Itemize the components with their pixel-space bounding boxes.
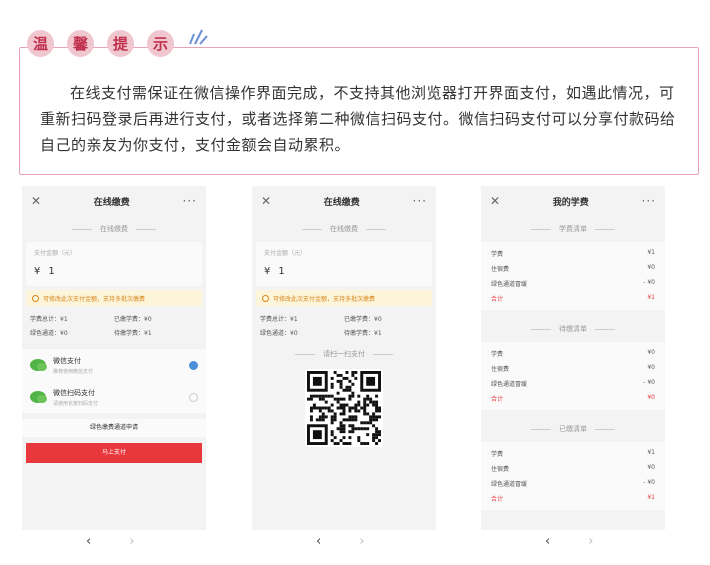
fee-row: 住宿费 ¥0 <box>491 264 655 273</box>
more-icon[interactable]: ··· <box>413 194 427 208</box>
back-icon[interactable]: ‹ <box>545 534 550 549</box>
section-title: 学费清单 <box>481 224 665 234</box>
fee-list: 学费 ¥1 住宿费 ¥0 绿色通道冒缓 - ¥0 合计 ¥1 <box>481 242 665 310</box>
fee-row: 住宿费 ¥0 <box>491 364 655 373</box>
more-icon[interactable]: ··· <box>183 194 197 208</box>
green-channel-link[interactable]: 绿色缴费通道申请 <box>22 419 206 437</box>
fee-stats: 学费总计：¥1 已缴学费：¥0 绿色通道：¥0 待缴学费：¥1 <box>260 316 382 337</box>
amount-value: 1 <box>48 266 55 277</box>
phone-scan-payment: ✕ 在线缴费 ··· 在线缴费 支付金额（元） ¥1 可修改此次支付金额，支持多… <box>252 186 436 530</box>
sparkle-icon <box>189 29 208 45</box>
section-title: 在线缴费 <box>22 224 206 234</box>
forward-icon[interactable]: › <box>588 534 593 549</box>
phone-header: ✕ 在线缴费 ··· <box>22 186 206 216</box>
qr-code-image <box>307 371 381 445</box>
wechat-icon <box>30 391 47 403</box>
tip-char: 温 <box>27 30 54 57</box>
radio-unchecked-icon[interactable] <box>189 392 198 402</box>
page-title: 我的学费 <box>552 197 589 208</box>
section-title: 在线缴费 <box>252 224 436 234</box>
section-title: 待缴清单 <box>481 324 665 334</box>
fee-row: 学费 ¥1 <box>491 449 655 458</box>
phone-header: ✕ 在线缴费 ··· <box>252 186 436 216</box>
fee-row: 合计 ¥1 <box>491 294 655 303</box>
tip-text: 在线支付需保证在微信操作界面完成，不支持其他浏览器打开界面支付，如遇此情况，可重… <box>40 84 676 154</box>
fee-row: 绿色通道冒缓 - ¥0 <box>491 479 655 488</box>
phone-my-fees: ✕ 我的学费 ··· 学费清单 学费 ¥1 住宿费 ¥0 绿色通道冒缓 - ¥0 合计 ¥1 … <box>481 186 665 530</box>
tip-char: 提 <box>107 30 134 57</box>
amount-label: 支付金额（元） <box>264 250 307 257</box>
fee-row: 合计 ¥0 <box>491 394 655 403</box>
amount-value: 1 <box>278 266 285 277</box>
fee-row: 绿色通道冒缓 - ¥0 <box>491 379 655 388</box>
fee-row: 合计 ¥1 <box>491 494 655 503</box>
section-title: 已缴清单 <box>481 424 665 434</box>
tip-char: 示 <box>147 30 174 57</box>
close-icon[interactable]: ✕ <box>31 194 41 208</box>
fee-row: 绿色通道冒缓 - ¥0 <box>491 279 655 288</box>
close-icon[interactable]: ✕ <box>261 194 271 208</box>
wechat-icon <box>30 359 47 371</box>
more-icon[interactable]: ··· <box>642 194 656 208</box>
phone-online-payment: ✕ 在线缴费 ··· 在线缴费 支付金额（元） ¥1 可修改此次支付金额，支持多… <box>22 186 206 530</box>
nav-arrows: ‹ › <box>545 534 593 549</box>
fee-row: 住宿费 ¥0 <box>491 464 655 473</box>
amount-label: 支付金额（元） <box>34 250 77 257</box>
forward-icon[interactable]: › <box>359 534 364 549</box>
tip-title: 温 馨 提 示 <box>27 30 174 57</box>
nav-arrows: ‹ › <box>316 534 364 549</box>
paid-list: 学费 ¥1 住宿费 ¥0 绿色通道冒缓 - ¥0 合计 ¥1 <box>481 442 665 510</box>
info-icon <box>262 294 269 302</box>
forward-icon[interactable]: › <box>129 534 134 549</box>
nav-arrows: ‹ › <box>86 534 134 549</box>
back-icon[interactable]: ‹ <box>316 534 321 549</box>
scan-title: 请扫一扫支付 <box>252 349 436 359</box>
close-icon[interactable]: ✕ <box>490 194 500 208</box>
notice-banner: 可修改此次支付金额，支持多批次缴费 <box>26 290 202 306</box>
back-icon[interactable]: ‹ <box>86 534 91 549</box>
amount-input[interactable]: 支付金额（元） ¥1 <box>26 242 202 286</box>
info-icon <box>32 294 39 302</box>
radio-checked-icon[interactable] <box>189 360 198 370</box>
fee-stats: 学费总计：¥1 已缴学费：¥0 绿色通道：¥0 待缴学费：¥1 <box>30 316 152 337</box>
fee-row: 学费 ¥0 <box>491 349 655 358</box>
phone-header: ✕ 我的学费 ··· <box>481 186 665 216</box>
wechat-pay-option[interactable]: 微信支付 推荐使用微信支付 <box>22 349 206 381</box>
notice-banner: 可修改此次支付金额，支持多批次缴费 <box>256 290 432 306</box>
qr-code[interactable] <box>305 369 383 447</box>
amount-input[interactable]: 支付金额（元） ¥1 <box>256 242 432 286</box>
page-title: 在线缴费 <box>323 197 360 208</box>
pending-list: 学费 ¥0 住宿费 ¥0 绿色通道冒缓 - ¥0 合计 ¥0 <box>481 342 665 410</box>
page-title: 在线缴费 <box>93 197 130 208</box>
tip-char: 馨 <box>67 30 94 57</box>
wechat-scan-option[interactable]: 微信扫码支付 请使用长按扫码支付 <box>22 381 206 413</box>
pay-now-button[interactable]: 马上支付 <box>26 443 202 463</box>
fee-row: 学费 ¥1 <box>491 249 655 258</box>
